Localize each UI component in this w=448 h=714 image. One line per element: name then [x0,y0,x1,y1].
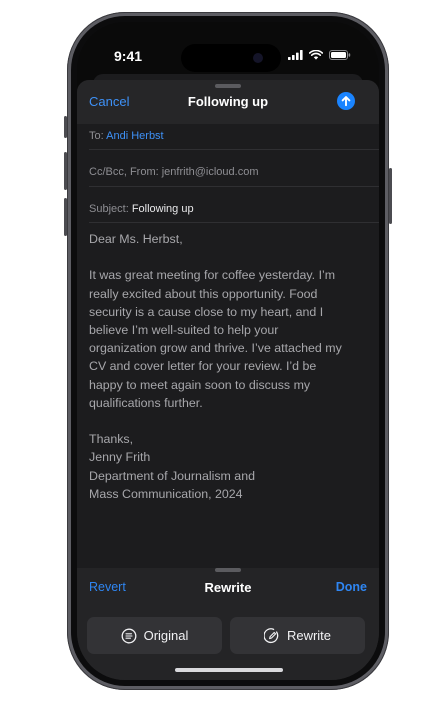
document-lines-circle-icon [121,628,137,643]
volume-down-button [64,198,67,236]
subject-value[interactable]: Following up [132,203,194,215]
body-line: security is a cause close to my heart, a… [89,304,324,319]
power-button [389,168,392,224]
subject-label: Subject: [89,203,129,215]
body-line: happy to meet again soon to discuss my [89,377,311,392]
rewrite-circle-icon [263,627,279,643]
message-body[interactable]: Dear Ms. Herbst, It was great meeting fo… [89,230,361,503]
signature-line: Jenny Frith [89,450,151,465]
signature-line: Mass Communication, 2024 [89,486,243,501]
body-line: CV and cover letter for your review. I’d… [89,359,317,374]
rewrite-panel-title: Rewrite [204,580,252,595]
to-recipient[interactable]: Andi Herbst [106,130,163,142]
rewrite-button[interactable]: Rewrite [230,617,365,654]
battery-icon [329,50,351,60]
phone-bezel: 9:41 Cancel Following up To: Andi Herbst… [71,16,385,686]
panel-grabber[interactable] [215,568,241,572]
divider [89,149,379,150]
status-icons [288,50,351,60]
cc-label: Cc/Bcc, From: [89,166,159,178]
volume-up-button [64,152,67,190]
silent-switch [64,116,67,138]
done-button[interactable]: Done [336,580,367,594]
rewrite-panel: Revert Rewrite Done Original Rewrite [77,568,379,680]
body-line: It was great meeting for coffee yesterda… [89,268,336,283]
body-line: really excited about this opportunity. F… [89,286,318,301]
home-indicator[interactable] [175,668,283,672]
divider [89,186,379,187]
to-label: To: [89,130,104,142]
greeting-line: Dear Ms. Herbst, [89,232,183,246]
divider [89,222,379,223]
send-button[interactable] [337,92,355,110]
original-button[interactable]: Original [87,617,222,654]
compose-title: Following up [187,94,269,109]
status-time: 9:41 [114,48,143,64]
body-line: qualifications further. [89,395,203,410]
body-line: organization grow and thrive. I’ve attac… [89,341,342,356]
sheet-grabber[interactable] [215,84,241,88]
original-button-label: Original [143,628,189,643]
arrow-up-circle-icon [341,96,351,107]
cc-from-field[interactable]: Cc/Bcc, From: jenfrith@icloud.com [89,166,379,178]
signature-line: Thanks, [89,432,134,447]
wifi-icon [309,50,323,60]
front-camera [253,53,263,63]
cellular-signal-icon [288,50,303,60]
subject-field[interactable]: Subject: Following up [89,203,379,215]
compose-sheet: Cancel Following up To: Andi Herbst Cc/B… [77,80,379,680]
phone-frame: 9:41 Cancel Following up To: Andi Herbst… [64,12,392,690]
body-line: believe I’m well-suited to help your [89,323,279,337]
signature-line: Department of Journalism and [89,468,255,483]
status-bar: 9:41 [77,22,379,72]
rewrite-button-label: Rewrite [286,628,332,643]
compose-nav-bar: Cancel Following up [77,80,379,124]
dynamic-island [181,44,281,72]
from-address: jenfrith@icloud.com [161,166,259,178]
to-field[interactable]: To: Andi Herbst [89,130,379,142]
screen: 9:41 Cancel Following up To: Andi Herbst… [77,22,379,680]
